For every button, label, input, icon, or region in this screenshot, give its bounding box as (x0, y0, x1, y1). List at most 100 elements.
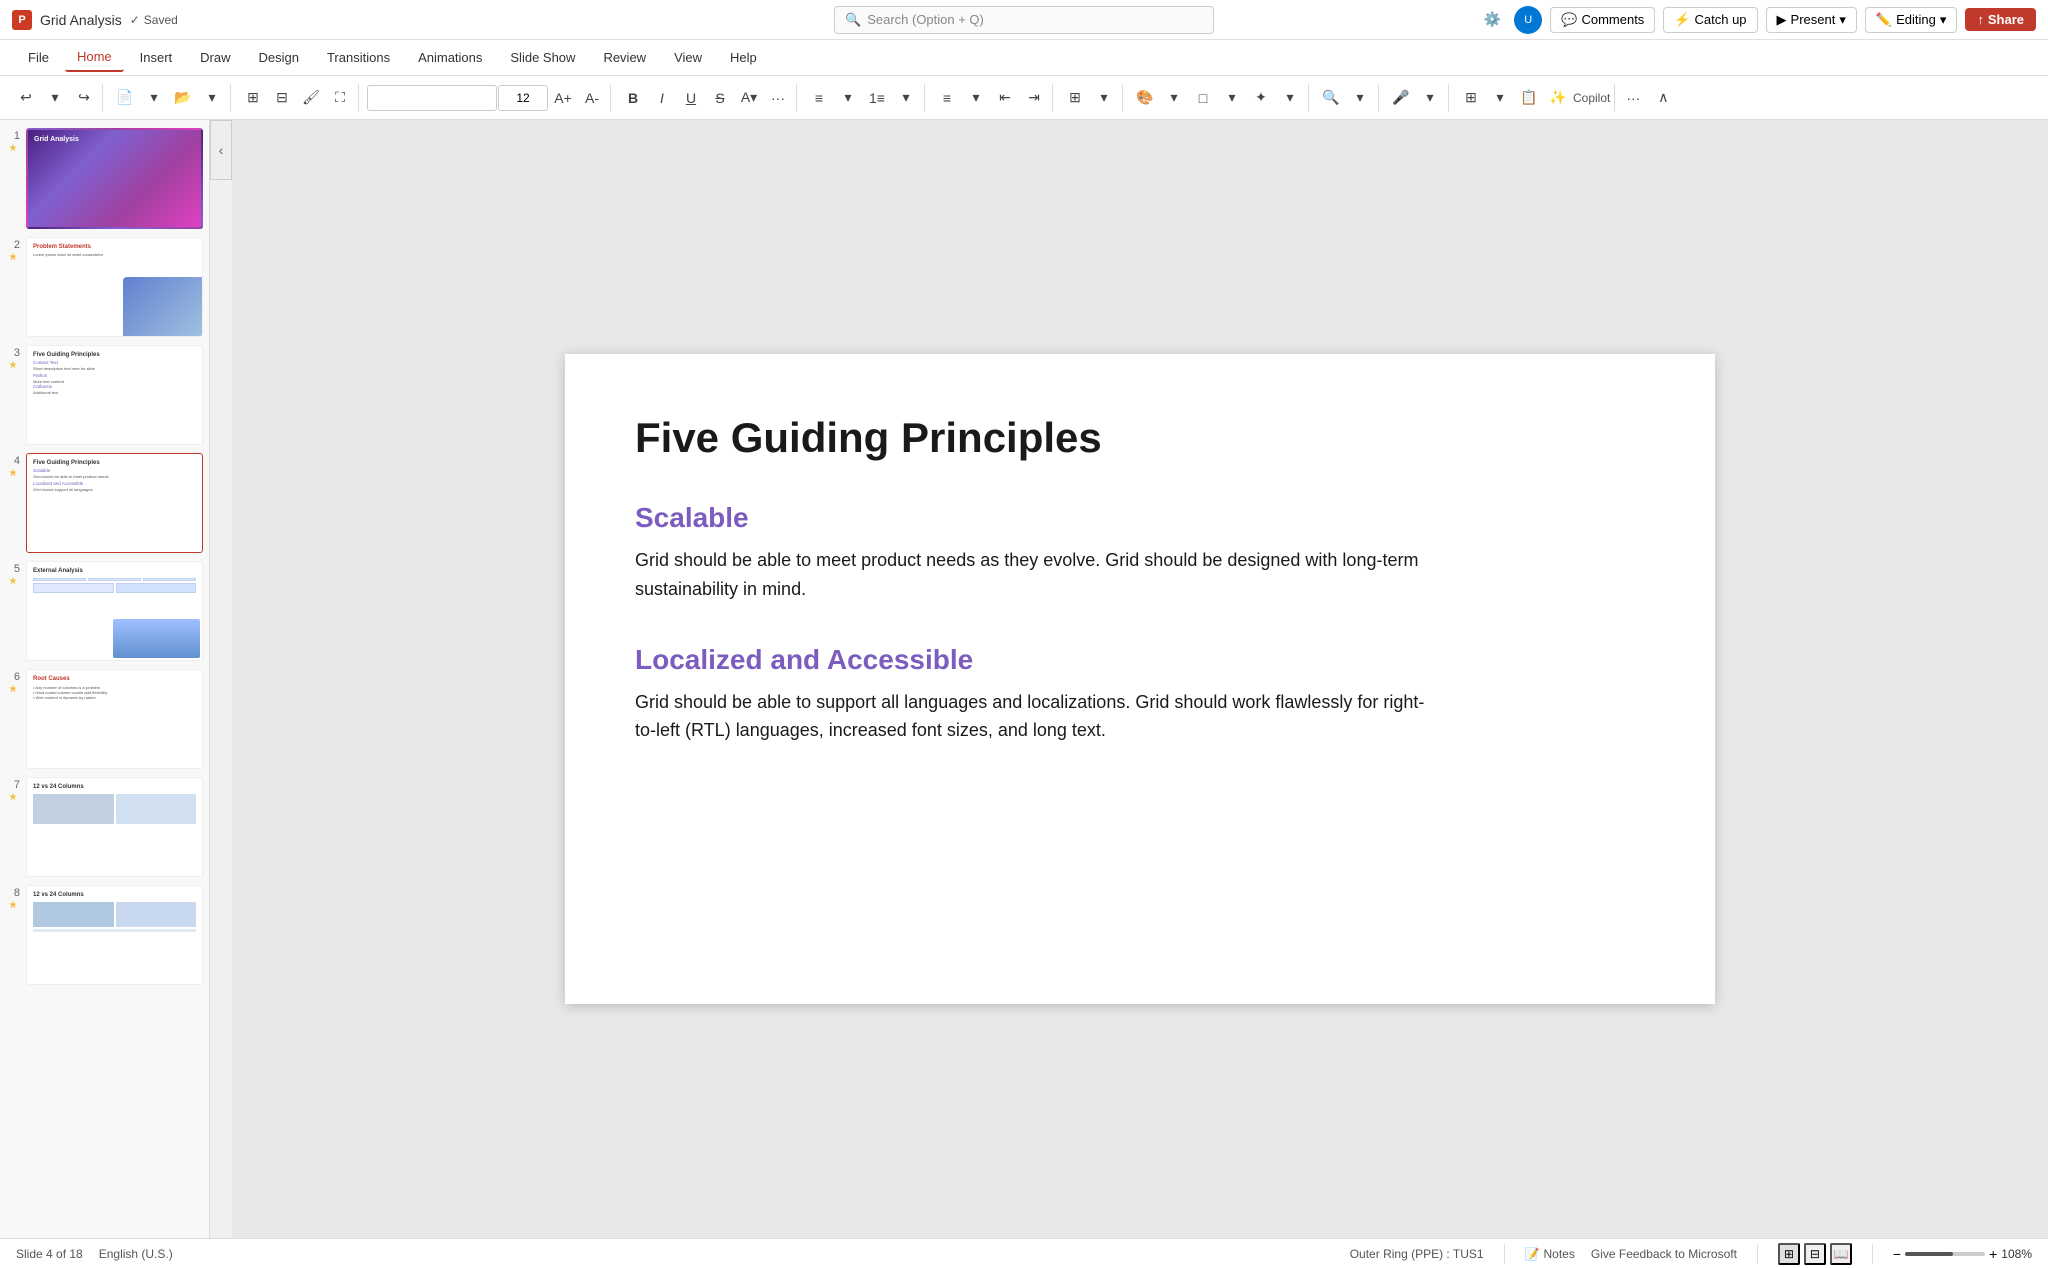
redo-button[interactable]: ↪ (70, 84, 98, 112)
slide-thumbnail-4[interactable]: Five Guiding Principles Scalable Grid sh… (26, 453, 203, 553)
bullets-dropdown[interactable]: ▾ (834, 84, 862, 112)
shape-fill-dropdown[interactable]: ▾ (1160, 84, 1188, 112)
font-size-increase[interactable]: A+ (549, 84, 577, 112)
font-size-input[interactable] (498, 85, 548, 111)
view-slide-sorter-btn[interactable]: ⊟ (1804, 1243, 1826, 1265)
shape-outline-button[interactable]: □ (1189, 84, 1217, 112)
align-button[interactable]: ≡ (933, 84, 961, 112)
slide-canvas[interactable]: Five Guiding Principles Scalable Grid sh… (565, 354, 1715, 1004)
bold-button[interactable]: B (619, 84, 647, 112)
slide-number-7: 7 (6, 777, 20, 791)
slide-item-2[interactable]: 2 ★ Problem Statements Lorem ipsum dolor… (6, 237, 203, 337)
strikethrough-button[interactable]: S (706, 84, 734, 112)
open-dropdown[interactable]: ▾ (198, 84, 226, 112)
zoom-level: 108% (2001, 1247, 2032, 1261)
tab-animations[interactable]: Animations (406, 44, 494, 71)
open-button[interactable]: 📂 (169, 84, 197, 112)
toolbar-expand-button[interactable]: ∧ (1649, 84, 1677, 112)
shape-outline-dropdown[interactable]: ▾ (1218, 84, 1246, 112)
shape-effects-dropdown[interactable]: ▾ (1276, 84, 1304, 112)
slide-thumbnail-2[interactable]: Problem Statements Lorem ipsum dolor sit… (26, 237, 203, 337)
view-normal-btn[interactable]: ⊞ (1778, 1243, 1800, 1265)
notes-button[interactable]: 📝 Notes (1525, 1247, 1575, 1261)
slide-star-6: ★ (9, 684, 18, 695)
italic-button[interactable]: I (648, 84, 676, 112)
font-family-input[interactable] (367, 85, 497, 111)
tab-transitions[interactable]: Transitions (315, 44, 402, 71)
font-color-button[interactable]: A▾ (735, 84, 763, 112)
tab-slideshow[interactable]: Slide Show (498, 44, 587, 71)
panel-collapse-toggle[interactable]: ‹ (210, 120, 232, 180)
tab-draw[interactable]: Draw (188, 44, 242, 71)
format-btn3[interactable]: 🖌 (297, 84, 325, 112)
indent-increase[interactable]: ⇥ (1020, 84, 1048, 112)
slide-thumbnail-6[interactable]: Root Causes • Any number of columns is a… (26, 669, 203, 769)
numbering-button[interactable]: 1≡ (863, 84, 891, 112)
voice-dropdown[interactable]: ▾ (1416, 84, 1444, 112)
underline-button[interactable]: U (677, 84, 705, 112)
slide-thumbnail-5[interactable]: External Analysis (26, 561, 203, 661)
catchup-button[interactable]: ⚡ Catch up (1663, 7, 1757, 33)
tab-view[interactable]: View (662, 44, 714, 71)
slide-item-6[interactable]: 6 ★ Root Causes • Any number of columns … (6, 669, 203, 769)
more-toolbar-button[interactable]: ··· (1619, 84, 1647, 112)
undo-button[interactable]: ↩ (12, 84, 40, 112)
slide-thumbnail-8[interactable]: 12 vs 24 Columns (26, 885, 203, 985)
view-btn2[interactable]: 📋 (1515, 84, 1543, 112)
tab-help[interactable]: Help (718, 44, 769, 71)
view-reading-btn[interactable]: 📖 (1830, 1243, 1852, 1265)
zoom-out-button[interactable]: − (1893, 1246, 1901, 1262)
slide-item-4[interactable]: 4 ★ Five Guiding Principles Scalable Gri… (6, 453, 203, 553)
align-dropdown[interactable]: ▾ (962, 84, 990, 112)
slide-star-4: ★ (9, 468, 18, 479)
slide-thumbnail-1[interactable]: Grid Analysis (26, 128, 203, 229)
find-button[interactable]: 🔍 (1317, 84, 1345, 112)
status-separator-3 (1872, 1244, 1873, 1264)
format-btn1[interactable]: ⊞ (239, 84, 267, 112)
shape-effects-button[interactable]: ✦ (1247, 84, 1275, 112)
saved-text: Saved (144, 13, 178, 27)
indent-decrease[interactable]: ⇤ (991, 84, 1019, 112)
share-label: Share (1988, 12, 2024, 27)
numbering-dropdown[interactable]: ▾ (892, 84, 920, 112)
comments-button[interactable]: 💬 Comments (1550, 7, 1655, 33)
feedback-button[interactable]: Give Feedback to Microsoft (1591, 1247, 1737, 1261)
settings-button[interactable]: ⚙️ (1478, 6, 1506, 34)
editing-button[interactable]: ✏️ Editing ▾ (1865, 7, 1957, 33)
slide-item-8[interactable]: 8 ★ 12 vs 24 Columns (6, 885, 203, 985)
tab-insert[interactable]: Insert (128, 44, 185, 71)
more-btn[interactable]: ··· (764, 84, 792, 112)
undo-dropdown[interactable]: ▾ (41, 84, 69, 112)
shape-fill-button[interactable]: 🎨 (1131, 84, 1159, 112)
view-normal-button[interactable]: ⊞ (1457, 84, 1485, 112)
arrange-button[interactable]: ⊞ (1061, 84, 1089, 112)
user-avatar[interactable]: U (1514, 6, 1542, 34)
new-slide-button[interactable]: 📄 (111, 84, 139, 112)
slide-item-3[interactable]: 3 ★ Five Guiding Principles Contact Text… (6, 345, 203, 445)
tab-review[interactable]: Review (591, 44, 658, 71)
view-dropdown[interactable]: ▾ (1486, 84, 1514, 112)
font-size-decrease[interactable]: A- (578, 84, 606, 112)
format-btn4[interactable]: ⛶ (326, 84, 354, 112)
present-dropdown-icon: ▾ (1839, 12, 1846, 28)
zoom-slider[interactable] (1905, 1252, 1985, 1256)
slide-item-5[interactable]: 5 ★ External Analysis (6, 561, 203, 661)
share-button[interactable]: ↑ Share (1965, 8, 2036, 31)
slide-thumbnail-3[interactable]: Five Guiding Principles Contact Text Sho… (26, 345, 203, 445)
tab-file[interactable]: File (16, 44, 61, 71)
tab-design[interactable]: Design (247, 44, 311, 71)
arrange-dropdown[interactable]: ▾ (1090, 84, 1118, 112)
slide-item-7[interactable]: 7 ★ 12 vs 24 Columns (6, 777, 203, 877)
new-slide-dropdown[interactable]: ▾ (140, 84, 168, 112)
present-button[interactable]: ▶ Present ▾ (1766, 7, 1857, 33)
slide-thumbnail-7[interactable]: 12 vs 24 Columns (26, 777, 203, 877)
zoom-in-button[interactable]: + (1989, 1246, 1997, 1262)
slide-item-1[interactable]: 1 ★ Grid Analysis (6, 128, 203, 229)
voice-button[interactable]: 🎤 (1387, 84, 1415, 112)
bullets-button[interactable]: ≡ (805, 84, 833, 112)
search-bar[interactable]: 🔍 Search (Option + Q) (834, 6, 1214, 34)
tab-home[interactable]: Home (65, 43, 124, 72)
copilot-button[interactable]: ✨ (1544, 84, 1572, 112)
format-btn2[interactable]: ⊟ (268, 84, 296, 112)
find-dropdown[interactable]: ▾ (1346, 84, 1374, 112)
